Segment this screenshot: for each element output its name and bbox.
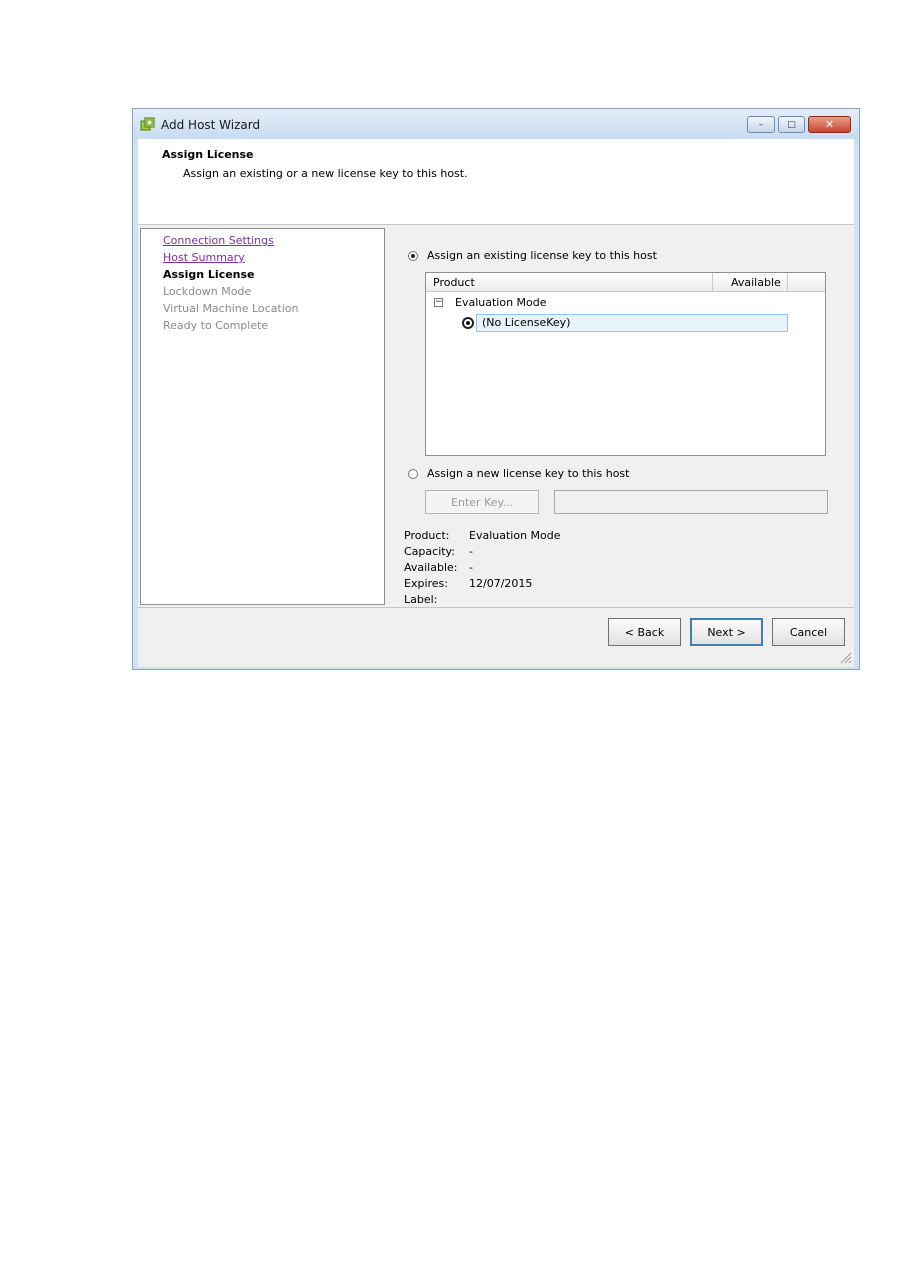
tree-group-evaluation-mode[interactable]: Evaluation Mode	[455, 296, 547, 309]
wizard-steps: Connection Settings Host Summary Assign …	[140, 228, 385, 605]
info-capacity-label: Capacity:	[404, 545, 455, 558]
step-host-summary[interactable]: Host Summary	[163, 251, 245, 264]
wizard-footer: < Back Next > Cancel	[138, 607, 854, 667]
add-host-wizard-window: Add Host Wizard – □ ✕ Assign License Ass…	[132, 108, 860, 670]
step-connection-settings[interactable]: Connection Settings	[163, 234, 274, 247]
new-key-radio[interactable]	[408, 469, 418, 479]
maximize-icon: □	[787, 119, 796, 130]
next-button[interactable]: Next >	[690, 618, 763, 646]
page-subtitle: Assign an existing or a new license key …	[183, 167, 468, 180]
existing-key-label[interactable]: Assign an existing license key to this h…	[427, 249, 657, 262]
column-header-product[interactable]: Product	[433, 276, 475, 289]
step-ready-to-complete: Ready to Complete	[163, 319, 269, 332]
new-key-label[interactable]: Assign a new license key to this host	[427, 467, 629, 480]
minimize-icon: –	[758, 119, 764, 130]
license-row-label[interactable]: (No LicenseKey)	[482, 316, 570, 329]
resize-grip-icon[interactable]	[838, 650, 852, 664]
license-key-input[interactable]	[554, 490, 828, 514]
back-button[interactable]: < Back	[608, 618, 681, 646]
existing-key-radio[interactable]	[408, 251, 418, 261]
grid-header: Product Available	[426, 273, 825, 292]
step-vm-location: Virtual Machine Location	[163, 302, 299, 315]
license-row-radio[interactable]	[462, 317, 474, 329]
maximize-button[interactable]: □	[778, 116, 805, 133]
wizard-client: Assign License Assign an existing or a n…	[138, 139, 854, 667]
info-available-value: -	[469, 561, 473, 574]
column-header-available[interactable]: Available	[731, 276, 781, 289]
close-button[interactable]: ✕	[808, 116, 851, 133]
info-label-label: Label:	[404, 593, 438, 606]
info-available-label: Available:	[404, 561, 458, 574]
info-product-label: Product:	[404, 529, 450, 542]
column-divider[interactable]	[712, 273, 713, 291]
step-lockdown-mode: Lockdown Mode	[163, 285, 252, 298]
info-expires-value: 12/07/2015	[469, 577, 533, 590]
enter-key-button[interactable]: Enter Key...	[425, 490, 539, 514]
minimize-button[interactable]: –	[747, 116, 775, 133]
title-bar[interactable]: Add Host Wizard – □ ✕	[133, 109, 859, 139]
page-title: Assign License	[162, 148, 254, 161]
close-icon: ✕	[824, 118, 835, 131]
cancel-button[interactable]: Cancel	[772, 618, 845, 646]
info-expires-label: Expires:	[404, 577, 448, 590]
column-divider[interactable]	[787, 273, 788, 291]
step-assign-license: Assign License	[163, 268, 255, 281]
wizard-header: Assign License Assign an existing or a n…	[138, 139, 854, 225]
license-grid: Product Available − Evaluation Mode (No …	[425, 272, 826, 456]
info-product-value: Evaluation Mode	[469, 529, 561, 542]
info-capacity-value: -	[469, 545, 473, 558]
window-title: Add Host Wizard	[161, 118, 261, 132]
collapse-icon[interactable]: −	[434, 298, 443, 307]
vsphere-host-icon	[140, 117, 155, 131]
